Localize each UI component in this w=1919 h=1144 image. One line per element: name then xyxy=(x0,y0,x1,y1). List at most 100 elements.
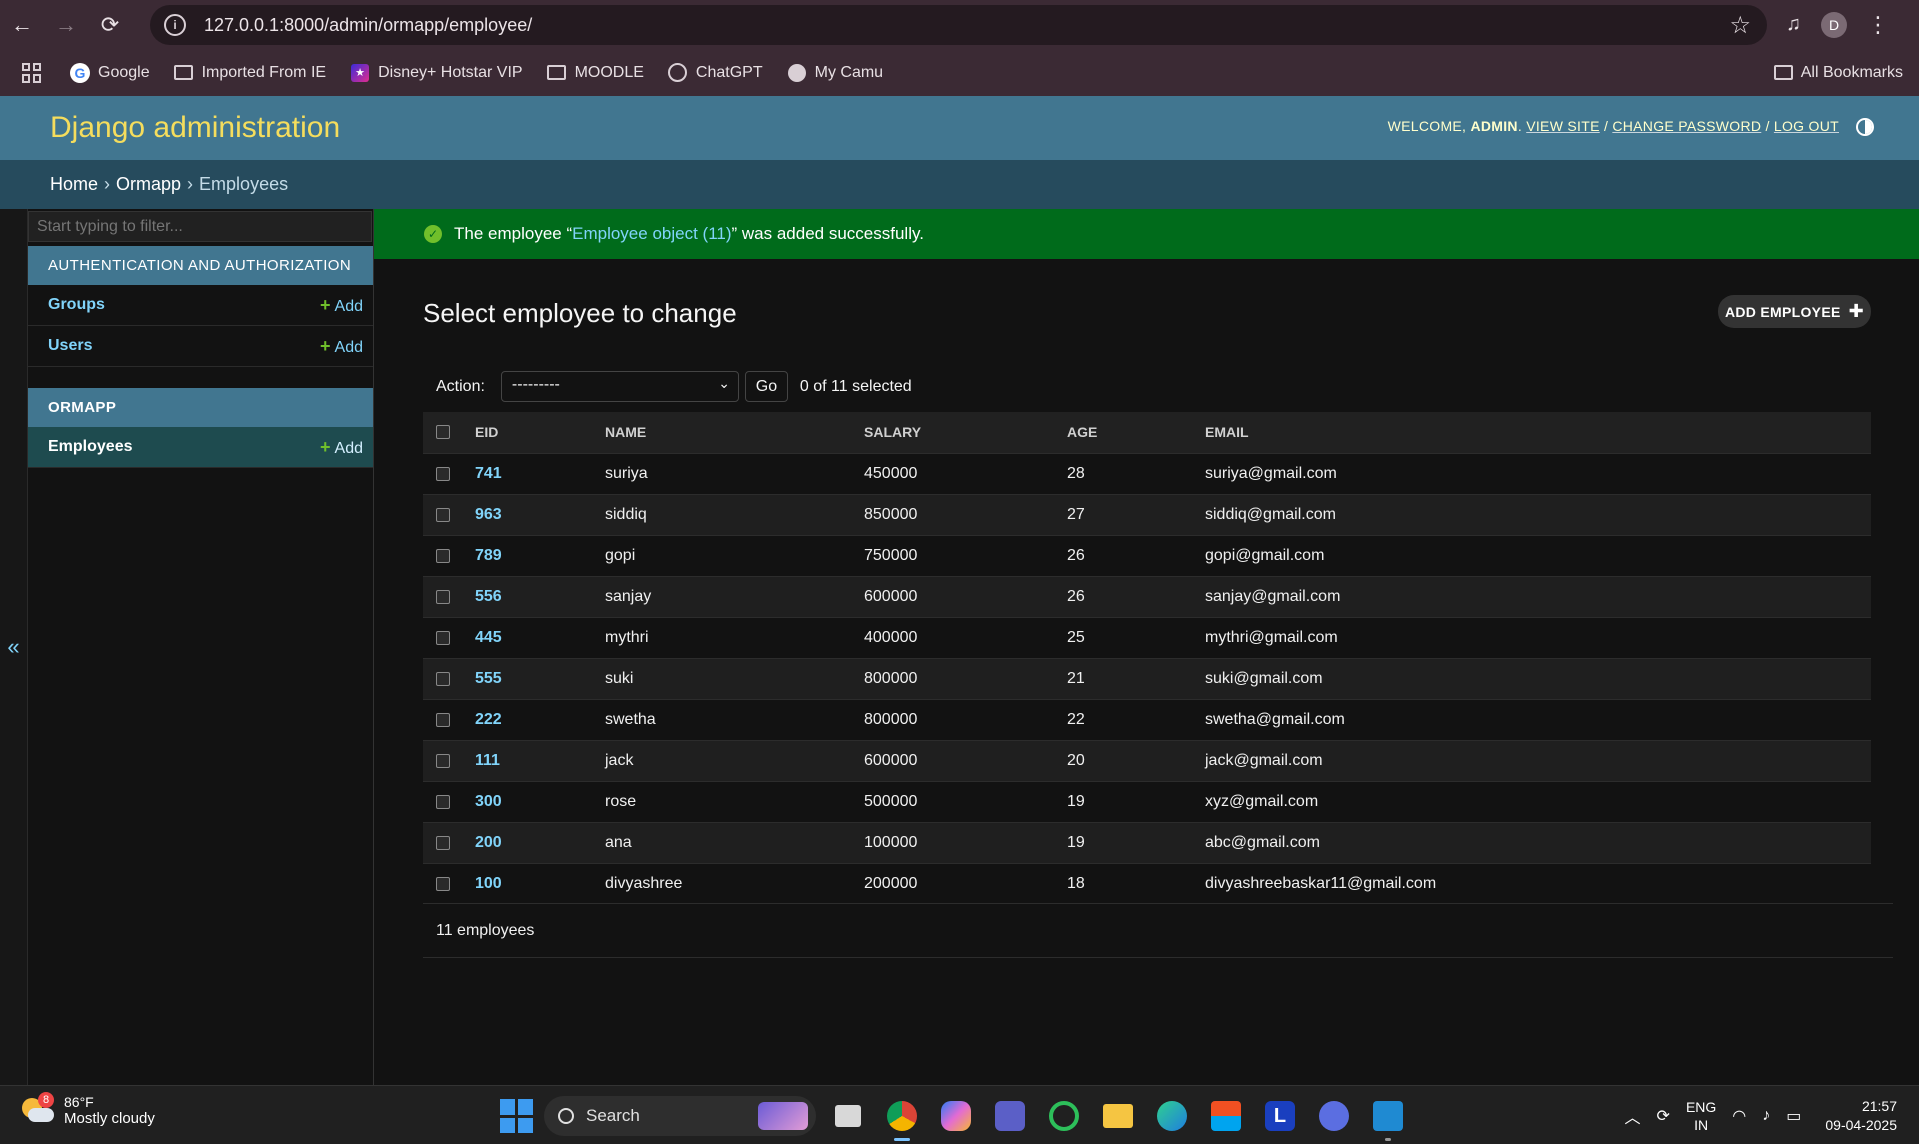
column-header-salary[interactable]: Salary xyxy=(864,412,1067,453)
back-icon[interactable]: ← xyxy=(0,0,44,49)
bookmark-moodle[interactable]: MOODLE xyxy=(547,63,644,83)
l-app-icon[interactable]: L xyxy=(1258,1094,1302,1138)
employee-eid-link[interactable]: 789 xyxy=(475,547,502,564)
bookmark-my-camu[interactable]: My Camu xyxy=(787,63,883,83)
add-group-link[interactable]: + Add xyxy=(320,295,363,316)
employee-eid-link[interactable]: 100 xyxy=(475,875,502,892)
row-checkbox[interactable] xyxy=(436,589,450,604)
change-password-link[interactable]: Change password xyxy=(1612,118,1761,134)
store-icon[interactable] xyxy=(1204,1094,1248,1138)
row-checkbox[interactable] xyxy=(436,753,450,768)
arc-app-icon[interactable] xyxy=(1312,1094,1356,1138)
row-checkbox[interactable] xyxy=(436,630,450,645)
bookmark-star-icon[interactable]: ☆ xyxy=(1729,11,1751,40)
employee-eid-link[interactable]: 445 xyxy=(475,629,502,646)
employee-eid-link[interactable]: 555 xyxy=(475,670,502,687)
row-checkbox[interactable] xyxy=(436,548,450,563)
employee-eid-link[interactable]: 300 xyxy=(475,793,502,810)
column-header-eid[interactable]: EID xyxy=(475,412,605,453)
folder-icon xyxy=(1773,65,1793,80)
chatgpt-icon xyxy=(668,63,688,82)
row-checkbox[interactable] xyxy=(436,835,450,850)
chrome-icon[interactable] xyxy=(880,1094,924,1141)
add-user-link[interactable]: + Add xyxy=(320,336,363,357)
apps-grid-icon[interactable] xyxy=(22,62,42,83)
action-select[interactable]: --------- ⌄ xyxy=(500,371,739,402)
vscode-icon[interactable] xyxy=(1366,1094,1410,1141)
weather-widget[interactable]: 8 86°F Mostly cloudy xyxy=(22,1091,155,1127)
row-checkbox[interactable] xyxy=(436,507,450,522)
bookmark-imported-from-ie[interactable]: Imported From IE xyxy=(174,63,326,83)
column-header-name[interactable]: Name xyxy=(605,412,864,453)
nav-filter-input[interactable] xyxy=(28,211,372,242)
select-all-checkbox[interactable] xyxy=(436,425,450,440)
site-info-icon[interactable]: i xyxy=(164,14,186,36)
theme-toggle-icon[interactable] xyxy=(1856,118,1874,136)
employee-eid-link[interactable]: 111 xyxy=(475,752,500,769)
wifi-icon[interactable]: ◠ xyxy=(1732,1106,1746,1126)
groups-link[interactable]: Groups xyxy=(48,296,105,314)
table-row: 555 suki 800000 21 suki@gmail.com xyxy=(423,657,1871,699)
users-link[interactable]: Users xyxy=(48,337,92,355)
salary-cell: 200000 xyxy=(864,862,1067,904)
sidebar-item-groups: Groups + Add xyxy=(28,285,373,326)
column-header-age[interactable]: Age xyxy=(1067,412,1205,453)
browser-menu-icon[interactable]: ⋮ xyxy=(1867,12,1889,38)
row-checkbox[interactable] xyxy=(436,712,450,727)
row-checkbox[interactable] xyxy=(436,794,450,809)
site-branding[interactable]: Django administration xyxy=(50,111,340,145)
bookmark-chatgpt[interactable]: ChatGPT xyxy=(668,63,763,83)
sync-icon[interactable]: ⟳ xyxy=(1657,1106,1670,1126)
module-caption-ormapp[interactable]: Ormapp xyxy=(28,388,373,427)
go-button[interactable]: Go xyxy=(744,371,788,402)
employees-link[interactable]: Employees xyxy=(48,438,132,456)
windows-start-icon[interactable] xyxy=(500,1099,534,1133)
bookmark-label: ChatGPT xyxy=(695,63,763,81)
teams-icon[interactable] xyxy=(988,1094,1032,1138)
age-cell: 20 xyxy=(1067,739,1205,781)
all-bookmarks[interactable]: All Bookmarks xyxy=(1773,64,1903,82)
breadcrumb-app[interactable]: Ormapp xyxy=(116,174,181,195)
email-cell: abc@gmail.com xyxy=(1205,821,1871,863)
employee-eid-link[interactable]: 222 xyxy=(475,711,502,728)
row-checkbox[interactable] xyxy=(436,671,450,686)
log-out-link[interactable]: Log out xyxy=(1774,118,1839,134)
url-text[interactable]: 127.0.0.1:8000/admin/ormapp/employee/ xyxy=(204,15,532,36)
add-employee-button[interactable]: Add Employee ✚ xyxy=(1718,295,1871,328)
media-control-icon[interactable]: ♫ xyxy=(1786,13,1801,36)
module-caption-auth[interactable]: Authentication and Authorization xyxy=(28,246,373,285)
column-header-email[interactable]: Email xyxy=(1205,412,1871,453)
edge-icon[interactable] xyxy=(1150,1094,1194,1138)
row-checkbox[interactable] xyxy=(436,876,450,891)
file-explorer-icon[interactable] xyxy=(1096,1094,1140,1138)
employee-eid-link[interactable]: 963 xyxy=(475,506,502,523)
language-indicator[interactable]: ENG IN xyxy=(1686,1098,1716,1134)
hotstar-icon: ★ xyxy=(351,63,370,82)
breadcrumb-home[interactable]: Home xyxy=(50,174,98,195)
address-bar[interactable]: i 127.0.0.1:8000/admin/ormapp/employee/ … xyxy=(150,5,1767,45)
task-view-icon[interactable] xyxy=(826,1094,870,1138)
employee-eid-link[interactable]: 556 xyxy=(475,588,502,605)
battery-icon[interactable]: ▭ xyxy=(1786,1106,1801,1126)
plus-icon: ✚ xyxy=(1848,301,1864,321)
copilot-icon[interactable] xyxy=(934,1094,978,1138)
employee-eid-link[interactable]: 200 xyxy=(475,834,502,851)
bookmark-google[interactable]: G Google xyxy=(70,62,150,83)
clock[interactable]: 21:57 09-04-2025 xyxy=(1825,1097,1897,1135)
row-checkbox[interactable] xyxy=(436,466,450,481)
forward-icon[interactable]: → xyxy=(44,0,88,49)
add-employee-link[interactable]: + Add xyxy=(320,437,363,458)
profile-avatar[interactable]: D xyxy=(1821,11,1847,38)
volume-icon[interactable]: ♪ xyxy=(1762,1107,1770,1125)
taskbar-search[interactable]: Search xyxy=(544,1096,816,1136)
view-site-link[interactable]: View site xyxy=(1526,118,1600,134)
salary-cell: 500000 xyxy=(864,780,1067,822)
bookmark-hotstar[interactable]: ★ Disney+ Hotstar VIP xyxy=(350,63,523,83)
employee-eid-link[interactable]: 741 xyxy=(475,465,502,482)
app-ring-icon[interactable] xyxy=(1042,1094,1086,1138)
sidebar-collapse-toggle[interactable]: « xyxy=(0,209,28,1085)
added-object-link[interactable]: Employee object (11) xyxy=(572,224,731,243)
add-plus-icon: + xyxy=(320,436,331,457)
chevron-up-icon[interactable]: ︿ xyxy=(1625,1104,1641,1128)
reload-icon[interactable]: ⟳ xyxy=(88,0,132,49)
